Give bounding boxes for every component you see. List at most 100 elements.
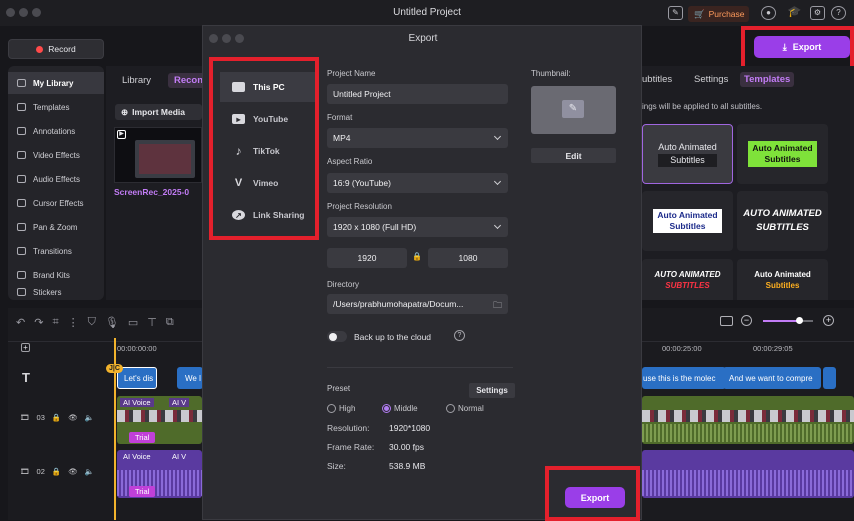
purchase-button[interactable]: 🛒 Purchase [688, 6, 749, 22]
template-line1: AUTO ANIMATED [654, 269, 721, 279]
sidebar-item-pan-zoom[interactable]: Pan & Zoom [8, 216, 104, 238]
shield-icon[interactable]: ⛉ [88, 316, 96, 329]
lock-icon[interactable]: 🔒 [52, 413, 61, 422]
zoom-out-icon[interactable]: − [741, 315, 752, 326]
edit-thumbnail-button[interactable]: Edit [531, 148, 616, 163]
size-value: 538.9 MB [389, 461, 426, 471]
support-icon[interactable]: ? [831, 6, 846, 20]
sidebar-item-templates[interactable]: Templates [8, 96, 104, 118]
undo-icon[interactable]: ↶ [16, 316, 25, 329]
subtitle-template-3[interactable]: Auto Animated Subtitles [642, 191, 733, 251]
caption-text: We l [185, 373, 201, 383]
cloud-backup-toggle[interactable] [327, 331, 347, 342]
purchase-label: Purchase [708, 9, 745, 19]
caption-clip[interactable]: And we want to compre [723, 367, 821, 389]
tab-subtitles[interactable]: ubtitles [642, 74, 672, 85]
tab-settings[interactable]: Settings [694, 74, 728, 85]
radio-icon [327, 404, 336, 413]
volume-icon[interactable]: 🔈 [85, 413, 94, 422]
width-input[interactable]: 1920 [327, 248, 407, 268]
zoom-slider[interactable] [763, 317, 813, 324]
subtitle-template-2[interactable]: Auto Animated Subtitles [737, 124, 828, 184]
film-icon: 🎞 [20, 467, 30, 476]
split-icon[interactable]: ⋮ [68, 316, 79, 329]
plus-circle-icon: ⊕ [121, 106, 129, 117]
sidebar-item-brand-kits[interactable]: Brand Kits [8, 264, 104, 286]
subtitle-template-6[interactable]: Auto Animated Subtitles [737, 259, 828, 300]
highlight-box-dialog-export [545, 466, 640, 521]
add-track-icon[interactable]: + [21, 343, 30, 352]
preset-high-radio[interactable]: High [327, 404, 355, 413]
import-media-button[interactable]: ⊕ Import Media [115, 104, 202, 120]
subtitle-template-4[interactable]: AUTO ANIMATED SUBTITLES [737, 191, 828, 251]
clip-label: AI V [169, 398, 190, 407]
resolution-select[interactable]: 1920 x 1080 (Full HD) [327, 217, 508, 237]
mic-icon[interactable]: 🎙 [105, 316, 119, 329]
zoom-slider-handle[interactable] [796, 317, 803, 324]
zoom-in-icon[interactable]: + [823, 315, 834, 326]
sidebar-item-my-library[interactable]: My Library [8, 72, 104, 94]
audio-clip[interactable]: AI Voice AI V Trial [117, 450, 202, 498]
sidebar-item-video-effects[interactable]: Video Effects [8, 144, 104, 166]
caption-clip[interactable] [823, 367, 836, 389]
subtitle-template-1[interactable]: Auto Animated Subtitles [642, 124, 733, 184]
format-select[interactable]: MP4 [327, 128, 508, 148]
sidebar-item-annotations[interactable]: Annotations [8, 120, 104, 142]
learn-icon[interactable]: 🎓 [787, 6, 802, 20]
lock-ratio-icon[interactable]: 🔒 [412, 252, 422, 261]
video-clip[interactable] [642, 396, 854, 444]
volume-icon[interactable]: 🔈 [85, 467, 94, 476]
tab-library[interactable]: Library [122, 75, 151, 86]
tab-templates[interactable]: Templates [740, 72, 795, 87]
tools-icon[interactable]: ⚙ [810, 6, 825, 20]
eye-icon[interactable]: 👁 [68, 413, 78, 422]
folder-icon[interactable]: 🗀 [493, 298, 502, 314]
radio-selected-icon [382, 404, 391, 413]
media-thumbnail[interactable]: ▶ [114, 127, 202, 183]
directory-input[interactable]: /Users/prabhumohapatra/Docum... 🗀 [327, 294, 508, 314]
audio-clip[interactable] [642, 450, 854, 498]
lock-icon[interactable]: 🔒 [52, 467, 61, 476]
caption-text: use this is the molec [643, 373, 716, 383]
redo-icon[interactable]: ↷ [34, 316, 43, 329]
project-name-input[interactable]: Untitled Project [327, 84, 508, 104]
film-icon: 🎞 [20, 413, 30, 422]
feedback-icon[interactable]: ✎ [668, 6, 683, 20]
sidebar-item-audio-effects[interactable]: Audio Effects [8, 168, 104, 190]
video-clip[interactable]: AI Voice AI V Trial [117, 396, 202, 444]
project-name-value: Untitled Project [333, 89, 391, 99]
template-line2: Subtitles [765, 280, 800, 290]
preset-settings-button[interactable]: Settings [469, 383, 515, 398]
caption-clip[interactable]: We l [177, 367, 203, 389]
radio-icon [446, 404, 455, 413]
media-library-panel: Library Recon ⊕ Import Media ▶ ScreenRec… [106, 66, 210, 300]
template-line2: Subtitles [764, 154, 801, 164]
crop-icon[interactable]: ⌗ [52, 316, 58, 329]
brand-kits-icon [17, 271, 26, 279]
time-end: 00:00:29:05 [753, 344, 793, 353]
text-icon[interactable]: ⊤ [147, 316, 157, 329]
aspect-ratio-select[interactable]: 16:9 (YouTube) [327, 173, 508, 193]
sidebar-item-cursor-effects[interactable]: Cursor Effects [8, 192, 104, 214]
subtitle-template-5[interactable]: AUTO ANIMATED SUBTITLES [642, 259, 733, 300]
preset-normal-radio[interactable]: Normal [446, 404, 484, 413]
fit-icon[interactable] [720, 316, 733, 326]
sidebar-item-stickers[interactable]: Stickers [8, 288, 104, 300]
media-thumbnail-label: ScreenRec_2025-0 [114, 187, 190, 197]
help-icon[interactable]: ? [454, 330, 465, 341]
template-line1: Auto Animated [657, 210, 718, 220]
account-icon[interactable]: ● [761, 6, 776, 20]
playhead-marker[interactable]: J|C [106, 364, 123, 373]
eye-icon[interactable]: 👁 [68, 467, 78, 476]
group-icon[interactable]: ⧉ [166, 316, 174, 329]
record-button[interactable]: Record [8, 39, 104, 59]
radio-label: High [339, 404, 356, 413]
caption-clip[interactable]: use this is the molec [642, 367, 726, 389]
height-input[interactable]: 1080 [428, 248, 508, 268]
thumbnail-preview[interactable]: ✎ [531, 86, 616, 134]
caption-clip[interactable]: Let's dis [117, 367, 157, 389]
caption-icon[interactable]: ▭ [128, 316, 138, 329]
sidebar-item-label: Video Effects [33, 150, 80, 160]
preset-middle-radio[interactable]: Middle [382, 404, 418, 413]
sidebar-item-transitions[interactable]: Transitions [8, 240, 104, 262]
